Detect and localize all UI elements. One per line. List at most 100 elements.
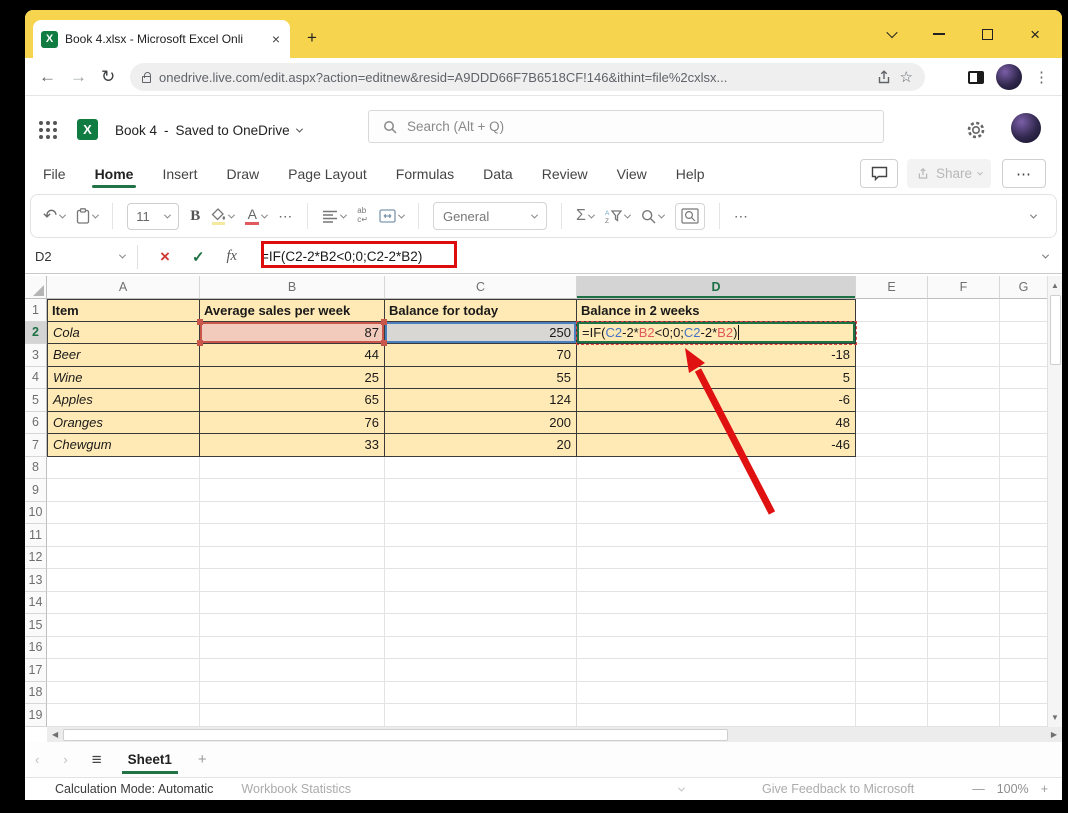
scroll-left-icon[interactable]: ◀ [47, 730, 63, 739]
menu-tab-formulas[interactable]: Formulas [395, 160, 455, 188]
row-header-4[interactable]: 4 [25, 367, 47, 390]
chevron-down-icon[interactable] [398, 211, 405, 218]
cell-E2[interactable] [856, 322, 928, 345]
cell-F15[interactable] [928, 614, 1000, 637]
wrap-text-button[interactable]: abc↵ [357, 207, 368, 225]
column-header-B[interactable]: B [200, 276, 385, 299]
cell-B16[interactable] [200, 637, 385, 660]
cell-F16[interactable] [928, 637, 1000, 660]
cell-F12[interactable] [928, 547, 1000, 570]
selection-handle[interactable] [197, 319, 203, 325]
cell-A3[interactable]: Beer [47, 344, 200, 367]
sidepanel-icon[interactable] [968, 71, 984, 84]
selection-handle[interactable] [381, 319, 387, 325]
cell-G9[interactable] [1000, 479, 1048, 502]
cell-G19[interactable] [1000, 704, 1048, 727]
cell-F14[interactable] [928, 592, 1000, 615]
cell-A15[interactable] [47, 614, 200, 637]
cell-D16[interactable] [577, 637, 856, 660]
chevron-down-icon[interactable] [261, 211, 268, 218]
add-sheet-icon[interactable]: + [198, 751, 207, 768]
vertical-scroll-thumb[interactable] [1050, 295, 1061, 365]
cell-D13[interactable] [577, 569, 856, 592]
tab-close-icon[interactable]: × [270, 31, 282, 47]
chevron-down-icon[interactable] [228, 211, 235, 218]
sort-filter-button[interactable]: A Z [605, 209, 630, 224]
cell-B17[interactable] [200, 659, 385, 682]
account-avatar[interactable] [1011, 113, 1041, 143]
select-all-corner[interactable] [25, 276, 47, 299]
cell-E12[interactable] [856, 547, 928, 570]
new-tab-button[interactable]: + [307, 28, 317, 48]
row-header-17[interactable]: 17 [25, 659, 47, 682]
cell-F5[interactable] [928, 389, 1000, 412]
cell-E5[interactable] [856, 389, 928, 412]
cell-E1[interactable] [856, 299, 928, 322]
column-header-D[interactable]: D [577, 276, 856, 299]
row-header-1[interactable]: 1 [25, 299, 47, 322]
cell-A16[interactable] [47, 637, 200, 660]
cell-E7[interactable] [856, 434, 928, 457]
insert-function-icon[interactable]: fx [227, 248, 237, 265]
app-launcher-icon[interactable] [39, 121, 43, 125]
cell-E14[interactable] [856, 592, 928, 615]
tab-search-chevron-icon[interactable] [886, 27, 897, 38]
horizontal-scroll-thumb[interactable] [63, 729, 728, 741]
workbook-title[interactable]: Book 4 - Saved to OneDrive [115, 123, 302, 138]
menu-tab-draw[interactable]: Draw [225, 160, 260, 188]
forward-icon[interactable]: → [70, 67, 87, 87]
cell-D18[interactable] [577, 682, 856, 705]
cell-G6[interactable] [1000, 412, 1048, 435]
previous-sheet-icon[interactable]: ‹ [35, 752, 39, 767]
cell-B3[interactable]: 44 [200, 344, 385, 367]
vertical-scrollbar[interactable]: ▲ ▼ [1047, 276, 1062, 727]
cell-A14[interactable] [47, 592, 200, 615]
cell-E17[interactable] [856, 659, 928, 682]
share-page-icon[interactable] [876, 69, 892, 85]
row-header-16[interactable]: 16 [25, 637, 47, 660]
cell-A6[interactable]: Oranges [47, 412, 200, 435]
cell-C16[interactable] [385, 637, 577, 660]
maximize-button[interactable] [982, 29, 993, 40]
scroll-up-icon[interactable]: ▲ [1051, 276, 1059, 295]
cell-C2[interactable]: 250 [385, 322, 577, 345]
cell-D19[interactable] [577, 704, 856, 727]
excel-logo-icon[interactable]: X [77, 119, 98, 140]
cell-B5[interactable]: 65 [200, 389, 385, 412]
url-text[interactable]: onedrive.live.com/edit.aspx?action=editn… [159, 70, 868, 85]
minimize-button[interactable] [933, 33, 945, 35]
cell-G18[interactable] [1000, 682, 1048, 705]
share-button[interactable]: Share [907, 159, 991, 188]
cell-C7[interactable]: 20 [385, 434, 577, 457]
cell-G2[interactable] [1000, 322, 1048, 345]
cell-D1[interactable]: Balance in 2 weeks [577, 299, 856, 322]
back-icon[interactable]: ← [39, 67, 56, 87]
cell-F10[interactable] [928, 502, 1000, 525]
cell-A11[interactable] [47, 524, 200, 547]
zoom-in-button[interactable]: + [1041, 782, 1048, 796]
cell-E19[interactable] [856, 704, 928, 727]
cell-F7[interactable] [928, 434, 1000, 457]
cell-D10[interactable] [577, 502, 856, 525]
scroll-right-icon[interactable]: ▶ [1046, 730, 1062, 739]
cell-B14[interactable] [200, 592, 385, 615]
cell-F17[interactable] [928, 659, 1000, 682]
cell-A19[interactable] [47, 704, 200, 727]
row-header-9[interactable]: 9 [25, 479, 47, 502]
cell-C11[interactable] [385, 524, 577, 547]
bold-button[interactable]: B [190, 208, 200, 225]
confirm-entry-icon[interactable]: ✓ [192, 248, 205, 266]
cell-B6[interactable]: 76 [200, 412, 385, 435]
cell-E13[interactable] [856, 569, 928, 592]
menu-tab-help[interactable]: Help [675, 160, 706, 188]
browser-profile-avatar[interactable] [996, 64, 1022, 90]
menu-tab-home[interactable]: Home [94, 160, 135, 188]
cell-C4[interactable]: 55 [385, 367, 577, 390]
zoom-level[interactable]: 100% [997, 782, 1029, 796]
autosum-button[interactable]: Σ [576, 207, 594, 225]
find-button[interactable] [641, 209, 664, 224]
cell-F9[interactable] [928, 479, 1000, 502]
cell-E6[interactable] [856, 412, 928, 435]
merge-cells-button[interactable] [379, 209, 404, 223]
font-group-more-icon[interactable]: ⋯ [278, 208, 293, 225]
